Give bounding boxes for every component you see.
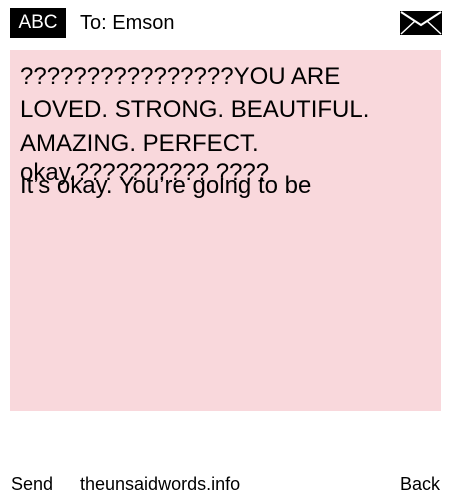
recipient-label: To: Emson	[80, 12, 175, 34]
message-line: LOVED. STRONG. BEAUTIFUL.	[20, 96, 370, 123]
message-header: ABC To: Emson	[0, 0, 450, 46]
message-line: AMAZING. PERFECT.	[20, 130, 259, 157]
envelope-icon[interactable]	[400, 11, 442, 35]
site-name: theunsaidwords.info	[80, 474, 241, 494]
input-mode-badge[interactable]: ABC	[10, 8, 66, 38]
send-button[interactable]: Send	[11, 470, 53, 498]
message-body[interactable]: ????????????????YOU ARE LOVED. STRONG. B…	[10, 50, 441, 411]
back-button[interactable]: Back	[400, 470, 440, 498]
footer-bar: Send theunsaidwords.info Back	[0, 470, 450, 498]
message-line: ????????????????YOU ARE	[20, 63, 341, 90]
message-line: It’s okay. You’re going to be	[20, 172, 312, 199]
